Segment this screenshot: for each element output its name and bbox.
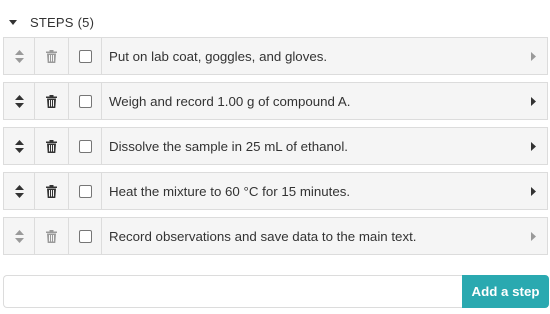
trash-icon <box>46 139 57 153</box>
step-checkbox[interactable] <box>78 94 92 108</box>
step-checkbox[interactable] <box>78 229 92 243</box>
drag-handle[interactable] <box>4 128 35 164</box>
trash-icon <box>46 49 57 63</box>
caret-right-icon <box>530 141 536 151</box>
step-checkbox[interactable] <box>78 49 92 63</box>
step-row: Record observations and save data to the… <box>3 217 548 255</box>
step-row: Dissolve the sample in 25 mL of ethanol. <box>3 127 548 165</box>
step-checkbox-cell <box>69 218 102 254</box>
trash-icon <box>46 229 57 243</box>
step-row: Put on lab coat, goggles, and gloves. <box>3 37 548 75</box>
steps-header: STEPS (5) <box>9 12 94 32</box>
caret-right-icon <box>530 96 536 106</box>
delete-step-button[interactable] <box>35 83 69 119</box>
steps-panel: STEPS (5) Put on lab coat, goggles, and … <box>0 0 550 314</box>
sort-icon <box>14 184 24 198</box>
trash-icon <box>46 94 57 108</box>
drag-handle[interactable] <box>4 218 35 254</box>
expand-step-button[interactable] <box>519 38 547 74</box>
step-checkbox-cell <box>69 128 102 164</box>
trash-icon <box>46 184 57 198</box>
expand-step-button[interactable] <box>519 83 547 119</box>
caret-down-icon[interactable] <box>9 19 17 25</box>
delete-step-button[interactable] <box>35 173 69 209</box>
caret-right-icon <box>530 51 536 61</box>
expand-step-button[interactable] <box>519 173 547 209</box>
steps-count: (5) <box>77 14 95 30</box>
step-row: Weigh and record 1.00 g of compound A. <box>3 82 548 120</box>
expand-step-button[interactable] <box>519 128 547 164</box>
step-text[interactable]: Put on lab coat, goggles, and gloves. <box>102 38 519 74</box>
add-step-button[interactable]: Add a step <box>462 275 549 308</box>
step-checkbox[interactable] <box>78 184 92 198</box>
step-text[interactable]: Heat the mixture to 60 °C for 15 minutes… <box>102 173 519 209</box>
sort-icon <box>14 49 24 63</box>
step-checkbox-cell <box>69 83 102 119</box>
add-step-row: Add a step <box>3 275 549 308</box>
drag-handle[interactable] <box>4 38 35 74</box>
caret-right-icon <box>530 231 536 241</box>
step-text[interactable]: Weigh and record 1.00 g of compound A. <box>102 83 519 119</box>
drag-handle[interactable] <box>4 83 35 119</box>
drag-handle[interactable] <box>4 173 35 209</box>
steps-list: Put on lab coat, goggles, and gloves. We… <box>3 37 548 262</box>
step-checkbox[interactable] <box>78 139 92 153</box>
step-checkbox-cell <box>69 173 102 209</box>
steps-title: STEPS (5) <box>30 15 94 30</box>
sort-icon <box>14 229 24 243</box>
delete-step-button[interactable] <box>35 218 69 254</box>
delete-step-button[interactable] <box>35 38 69 74</box>
delete-step-button[interactable] <box>35 128 69 164</box>
step-checkbox-cell <box>69 38 102 74</box>
caret-right-icon <box>530 186 536 196</box>
steps-label: STEPS <box>30 14 74 30</box>
expand-step-button[interactable] <box>519 218 547 254</box>
step-text[interactable]: Record observations and save data to the… <box>102 218 519 254</box>
new-step-input[interactable] <box>3 275 462 308</box>
step-row: Heat the mixture to 60 °C for 15 minutes… <box>3 172 548 210</box>
sort-icon <box>14 139 24 153</box>
sort-icon <box>14 94 24 108</box>
step-text[interactable]: Dissolve the sample in 25 mL of ethanol. <box>102 128 519 164</box>
